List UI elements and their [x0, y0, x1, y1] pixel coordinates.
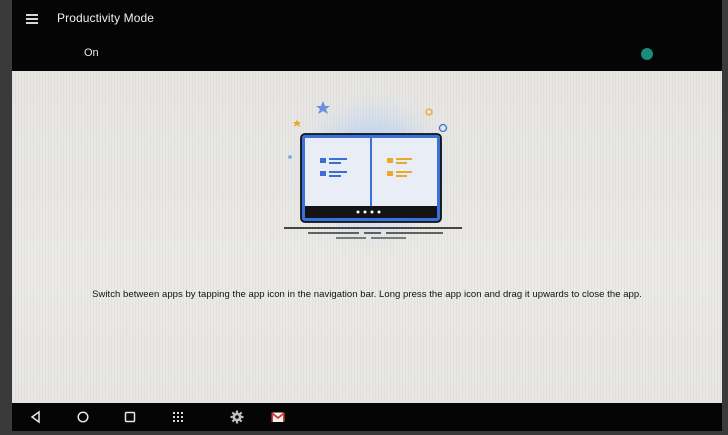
instructions-text: Switch between apps by tapping the app i…: [92, 289, 642, 300]
back-icon[interactable]: [28, 409, 44, 425]
home-icon[interactable]: [75, 409, 91, 425]
recents-icon[interactable]: [122, 409, 138, 425]
hamburger-menu-icon[interactable]: [26, 13, 40, 25]
toggle-label: On: [84, 47, 99, 59]
toggle-switch[interactable]: [641, 48, 653, 60]
productivity-mode-toggle-row[interactable]: On: [12, 40, 722, 68]
split-screen-illustration: [281, 91, 465, 267]
bezel-left: [0, 0, 12, 435]
navigation-bar: [12, 403, 722, 431]
app-bar: Productivity Mode On: [12, 0, 722, 71]
main-content: Switch between apps by tapping the app i…: [12, 71, 722, 403]
settings-gear-icon[interactable]: [229, 409, 245, 425]
app-grid-icon[interactable]: [170, 409, 186, 425]
dot-icon: [288, 155, 292, 159]
gmail-icon[interactable]: [270, 409, 286, 425]
page-title: Productivity Mode: [57, 11, 155, 25]
